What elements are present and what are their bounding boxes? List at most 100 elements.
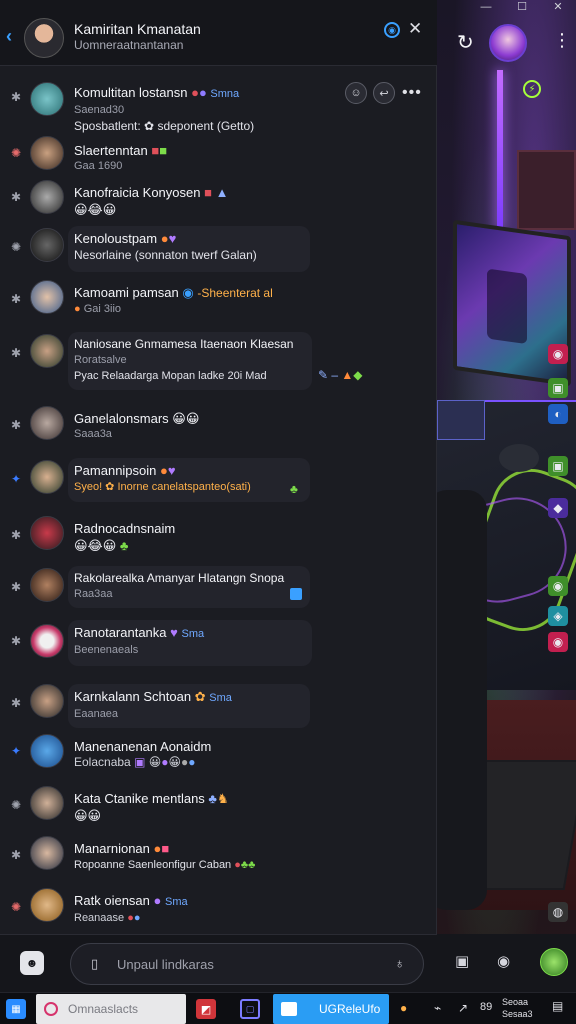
message-bubble: Kata Ctanike mentlans ♣♞ 😀😀 [68, 786, 235, 828]
app-icon[interactable]: ◉ [548, 344, 568, 364]
window-close-button[interactable]: ✕ [540, 0, 576, 14]
pinned-app-icon[interactable]: ▢ [240, 999, 260, 1019]
message-bubble: Radnocadnsnaim 😀😂😀 ♣ [68, 516, 181, 558]
react-icon[interactable]: ☺ [345, 82, 367, 104]
avatar[interactable] [30, 228, 64, 262]
reaction-icon[interactable]: ✱ [8, 580, 24, 594]
gaming-chair [437, 490, 487, 910]
tray-chart-icon[interactable]: ↗ [458, 1001, 468, 1015]
avatar[interactable] [30, 786, 64, 820]
reaction-icon[interactable]: ♣ [290, 482, 298, 496]
app-icon[interactable]: ▣ [548, 378, 568, 398]
app-icon[interactable]: ◍ [548, 902, 568, 922]
avatar[interactable] [30, 624, 64, 658]
pinned-app-icon[interactable]: ◩ [196, 999, 216, 1019]
reaction-icon[interactable]: ✱ [8, 346, 24, 360]
message-input[interactable]: ▯ Unpaul lindkaras ♁ [70, 943, 424, 985]
avatar[interactable] [30, 684, 64, 718]
chat-avatar[interactable] [24, 18, 64, 58]
message-bubble: Rakolarealka Amanyar Hlatangn Snopa Raa3… [68, 566, 310, 608]
minimize-button[interactable]: — [468, 0, 504, 14]
message-bubble: Ganelalonsmars 😀😀 Saaa3a [68, 406, 205, 446]
more-vertical-icon[interactable]: ⋮ [553, 30, 571, 51]
reaction-icon[interactable]: ✦ [8, 744, 24, 758]
attach-icon[interactable]: ▯ [91, 956, 98, 972]
app-icon[interactable]: ◈ [548, 606, 568, 626]
chat-bubble-icon[interactable]: ◉ [497, 952, 510, 970]
right-toolbar: — ☐ ✕ ↻ ⋮ ⚡ [437, 0, 576, 98]
status-badge-icon[interactable]: ⚡ [523, 80, 541, 98]
reaction-icon[interactable]: ✱ [8, 190, 24, 204]
avatar[interactable] [30, 460, 64, 494]
refresh-icon[interactable]: ↻ [457, 30, 474, 55]
message-bubble: Manarnionan ●■ Ropoanne Saenleonfigur Ca… [68, 836, 261, 878]
start-icon[interactable]: ▦ [6, 999, 26, 1019]
mic-icon[interactable]: ♁ [395, 955, 406, 971]
message-bubble: Slaertenntan ■■ Gaa 1690 [68, 138, 173, 178]
message-text: Nesorlaine (sonnaton twerf Galan) [74, 248, 257, 262]
back-arrow-icon[interactable]: ‹ [6, 26, 12, 47]
message-author: Naniosane Gnmamesa Itaenaon Klaesan [74, 337, 294, 351]
reply-icon[interactable]: ↩ [373, 82, 395, 104]
message-author: Kamoami pamsan ◉ -Sheenterat al [74, 285, 273, 300]
app-icon[interactable]: ▣ [548, 456, 568, 476]
avatar[interactable] [30, 334, 64, 368]
avatar[interactable] [30, 516, 64, 550]
reaction-icon[interactable]: ✺ [8, 146, 24, 160]
profile-avatar[interactable] [489, 24, 527, 62]
reaction-icon[interactable]: ✺ [8, 798, 24, 812]
app-icon[interactable]: ◐ [548, 404, 568, 424]
reaction-icon[interactable]: ✱ [8, 418, 24, 432]
message-meta: Reanaase ●● [74, 912, 141, 924]
taskbar: ▦ Omnaaslacts ◩ ▢ UGReleUfo ● ⌁ ↗ 89 Seo… [0, 992, 576, 1024]
user-avatar[interactable] [540, 948, 568, 976]
avatar[interactable] [30, 82, 64, 116]
chat-panel: ‹ Kamiritan Kmanatan Uomneraatnantanan ◉… [0, 0, 437, 992]
message-text: Pyac Relaadarga Mopan ladke 20i Mad [74, 370, 267, 382]
reaction-icon[interactable]: ✱ [8, 634, 24, 648]
avatar[interactable] [30, 888, 64, 922]
message-author: Kenoloustpam ●♥ [74, 231, 177, 246]
reaction-icon[interactable]: ✦ [8, 472, 24, 486]
clock[interactable]: Seoaa Sesaa3 [502, 996, 533, 1020]
avatar[interactable] [30, 734, 64, 768]
message-author: Kata Ctanike mentlans ♣♞ [74, 791, 229, 806]
taskbar-search[interactable]: Omnaaslacts [36, 994, 186, 1024]
avatar[interactable] [30, 136, 64, 170]
pin-icon[interactable]: ◉ [384, 22, 400, 38]
message-bubble: Ranotarantanka ♥ Sma Beenenaeals [68, 620, 312, 666]
emoji-icon[interactable]: ☻ [20, 951, 44, 975]
checkbox-icon[interactable] [290, 588, 302, 600]
message-meta: Saenad30 [74, 104, 125, 116]
maximize-button[interactable]: ☐ [504, 0, 540, 14]
avatar[interactable] [30, 180, 64, 214]
reaction-icons[interactable]: ✎ – ▲◆ [318, 368, 363, 382]
notification-icon[interactable]: ▤ [552, 999, 570, 1017]
more-horizontal-icon[interactable]: ••• [402, 84, 422, 102]
app-icon[interactable]: ◉ [548, 576, 568, 596]
message-text: Ropoanne Saenleonfigur Caban ●♣♣ [74, 859, 256, 871]
reaction-icon[interactable]: ✱ [8, 292, 24, 306]
reaction-icon[interactable]: ✺ [8, 900, 24, 914]
avatar[interactable] [30, 280, 64, 314]
active-app-button[interactable]: UGReleUfo [273, 994, 389, 1024]
shelf [517, 150, 576, 230]
reaction-icon[interactable]: ✱ [8, 528, 24, 542]
close-icon[interactable]: ✕ [408, 19, 422, 39]
chat-subtitle: Uomneraatnantanan [74, 38, 184, 52]
reaction-icon[interactable]: ✺ [8, 240, 24, 254]
neon-light-strip [497, 70, 503, 230]
reaction-icon[interactable]: ✱ [8, 90, 24, 104]
message-placeholder: Unpaul lindkaras [117, 957, 214, 972]
tray-wifi-icon[interactable]: ⌁ [434, 1001, 441, 1015]
clock-date: Sesaa3 [502, 1009, 533, 1019]
app-icon[interactable]: ◉ [548, 632, 568, 652]
avatar[interactable] [30, 836, 64, 870]
avatar[interactable] [30, 406, 64, 440]
gamepad-icon[interactable]: ▣ [455, 952, 469, 970]
reaction-icon[interactable]: ✱ [8, 696, 24, 710]
avatar[interactable] [30, 568, 64, 602]
app-icon[interactable]: ◆ [548, 498, 568, 518]
tray-app-icon[interactable]: ● [400, 1001, 407, 1015]
reaction-icon[interactable]: ✱ [8, 848, 24, 862]
